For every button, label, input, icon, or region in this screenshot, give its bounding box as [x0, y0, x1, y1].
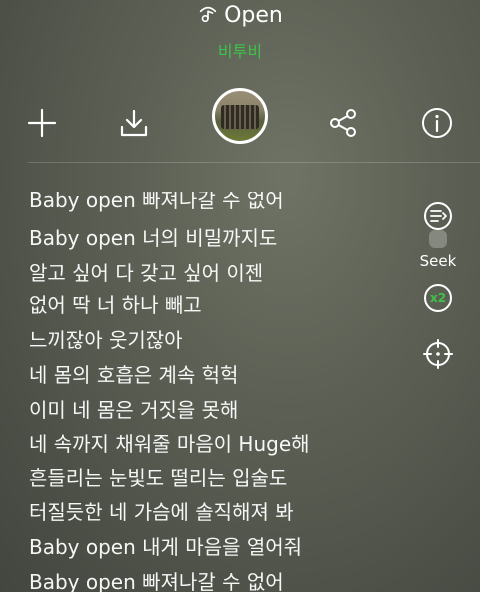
lyrics-panel[interactable]: Baby open 빠져나갈 수 없어 Baby open 너의 비밀까지도 알… — [29, 192, 409, 592]
toolbar — [0, 86, 480, 158]
plus-icon — [27, 108, 57, 138]
lyric-line: 느끼잖아 웃기잖아 — [29, 328, 183, 352]
lyric-line: 네 몸의 호흡은 계속 헉헉 — [29, 363, 239, 387]
seek-slider-track[interactable] — [429, 230, 447, 248]
lyrics-seek-icon — [424, 202, 452, 230]
lyric-line: 알고 싶어 다 갖고 싶어 이젠 — [29, 261, 264, 285]
lyric-line: Baby open 너의 비밀까지도 — [29, 226, 278, 250]
lyric-line: 이미 네 몸은 거짓을 못해 — [29, 398, 239, 422]
locate-button[interactable] — [422, 338, 454, 370]
seek-button[interactable] — [422, 200, 454, 232]
seek-label: Seek — [419, 252, 457, 270]
lyric-line: 흔들리는 눈빛도 떨리는 입술도 — [29, 466, 288, 490]
divider — [28, 162, 480, 163]
add-button[interactable] — [26, 107, 58, 139]
info-icon — [422, 108, 452, 138]
artist-name[interactable]: 비투비 — [0, 38, 480, 62]
album-art-image — [221, 105, 259, 129]
lyric-line: 네 속까지 채워줄 마음이 Huge해 — [29, 432, 310, 456]
lyric-line: Baby open 내게 마음을 열어줘 — [29, 535, 303, 559]
music-note-icon — [197, 3, 219, 25]
crosshair-icon — [423, 339, 453, 369]
speed-x2-button[interactable]: x2 — [424, 284, 452, 312]
header: Open 비투비 — [0, 0, 480, 70]
song-title: Open — [224, 3, 283, 28]
share-icon — [330, 109, 356, 137]
side-controls: Seek x2 — [416, 196, 460, 386]
lyric-line: Baby open 빠져나갈 수 없어 — [29, 192, 284, 212]
info-button[interactable] — [421, 107, 453, 139]
lyric-line: Baby open 빠져나갈 수 없어 — [29, 570, 284, 592]
download-icon — [120, 109, 148, 137]
song-title-row: Open — [0, 2, 480, 30]
album-art[interactable] — [212, 88, 268, 144]
lyric-line: 터질듯한 네 가슴에 솔직해져 봐 — [29, 500, 294, 524]
lyric-line: 없어 딱 너 하나 빼고 — [29, 293, 202, 317]
download-button[interactable] — [118, 107, 150, 139]
share-button[interactable] — [327, 107, 359, 139]
